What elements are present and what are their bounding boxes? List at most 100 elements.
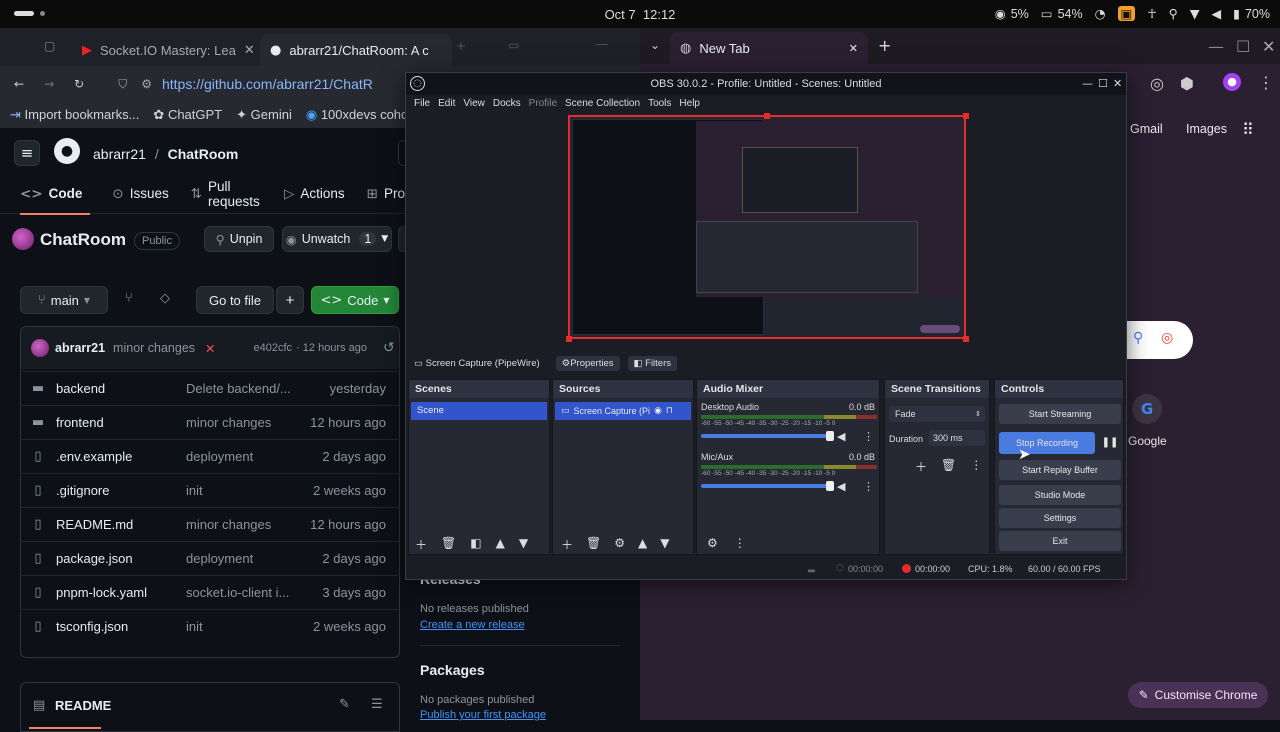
unwatch-button[interactable]: ◉ Unwatch 1 ▼ bbox=[282, 226, 392, 252]
add-scene-icon[interactable]: ＋ bbox=[415, 536, 427, 553]
tab-actions[interactable]: ▷ Actions bbox=[284, 186, 345, 202]
tab-new-tab[interactable]: ◍ New Tab ✕ bbox=[670, 32, 868, 64]
preview-canvas[interactable] bbox=[568, 115, 966, 339]
apps-grid-icon[interactable]: ⠿ bbox=[1242, 120, 1254, 139]
file-name[interactable]: README.md bbox=[56, 517, 186, 532]
maximize-icon[interactable]: ☐ bbox=[1098, 73, 1108, 95]
table-row[interactable]: ▯ .gitignore init 2 weeks ago bbox=[20, 473, 400, 507]
branch-selector[interactable]: ⑂ main ▼ bbox=[20, 286, 108, 314]
studio-mode-button[interactable]: Studio Mode bbox=[999, 485, 1121, 505]
tags-icon[interactable]: ◇ bbox=[160, 291, 170, 306]
pause-recording-button[interactable]: ❚❚ bbox=[1099, 432, 1121, 454]
new-tab-icon[interactable]: + bbox=[878, 36, 891, 55]
commit-message[interactable]: socket.io-client i... bbox=[186, 585, 306, 600]
file-name[interactable]: package.json bbox=[56, 551, 186, 566]
cast-icon[interactable]: ◎ bbox=[1150, 74, 1164, 93]
table-row[interactable]: ▯ pnpm-lock.yaml socket.io-client i... 3 da… bbox=[20, 575, 400, 609]
reload-icon[interactable]: ↻ bbox=[74, 77, 84, 91]
tab-socketio[interactable]: ▶ Socket.IO Mastery: Lea ✕ bbox=[72, 34, 258, 66]
table-row[interactable]: ▬ frontend minor changes 12 hours ago bbox=[20, 405, 400, 439]
volume-slider[interactable] bbox=[701, 431, 834, 441]
bookmark-chatgpt[interactable]: ✿ ChatGPT bbox=[153, 107, 222, 123]
menu-docks[interactable]: Docks bbox=[493, 98, 521, 109]
code-dropdown-button[interactable]: <> Code ▼ bbox=[311, 286, 399, 314]
menu-tools[interactable]: Tools bbox=[648, 98, 671, 109]
shield-icon[interactable]: ⛉ bbox=[118, 77, 127, 92]
lens-search-icon[interactable]: ◎ bbox=[1161, 330, 1173, 346]
file-name[interactable]: frontend bbox=[56, 415, 186, 430]
move-up-icon[interactable]: ▲ bbox=[638, 536, 647, 553]
close-icon[interactable]: ✕ bbox=[244, 43, 255, 58]
commit-message[interactable]: init bbox=[186, 619, 306, 634]
volume-icon[interactable]: ◀ bbox=[1211, 6, 1221, 21]
owner-link[interactable]: abrarr21 bbox=[93, 146, 146, 162]
branches-icon[interactable]: ⑂ bbox=[125, 291, 133, 306]
add-source-icon[interactable]: ＋ bbox=[561, 536, 573, 553]
move-down-icon[interactable]: ▼ bbox=[519, 536, 528, 553]
battery-indicator[interactable]: ▮ 70% bbox=[1233, 6, 1270, 21]
channel-menu-icon[interactable]: ⋮ bbox=[863, 480, 874, 493]
remove-source-icon[interactable]: 🗑︎ bbox=[586, 536, 601, 553]
table-row[interactable]: ▯ README.md minor changes 12 hours ago bbox=[20, 507, 400, 541]
extensions-icon[interactable]: ⬢ bbox=[1180, 74, 1194, 93]
add-transition-icon[interactable]: ＋ bbox=[915, 458, 927, 475]
move-up-icon[interactable]: ▲ bbox=[496, 536, 505, 553]
scene-filters-icon[interactable]: ◧ bbox=[470, 536, 481, 553]
commit-message[interactable]: deployment bbox=[186, 449, 306, 464]
bookmark-gemini[interactable]: ✦ Gemini bbox=[236, 107, 292, 123]
tab-search-icon[interactable]: ⌄ bbox=[650, 38, 660, 52]
volume-slider[interactable] bbox=[701, 481, 834, 491]
speaker-icon[interactable]: ◀ bbox=[837, 430, 845, 443]
remove-scene-icon[interactable]: 🗑︎ bbox=[441, 536, 456, 553]
outline-icon[interactable]: ☰ bbox=[371, 697, 383, 712]
address-bar[interactable]: https://github.com/abrarr21/ChatR bbox=[162, 76, 373, 92]
close-window-icon[interactable]: ✕ bbox=[1113, 73, 1122, 95]
commit-message[interactable]: deployment bbox=[186, 551, 306, 566]
table-row[interactable]: ▯ package.json deployment 2 days ago bbox=[20, 541, 400, 575]
stop-recording-button[interactable]: Stop Recording bbox=[999, 432, 1095, 454]
readme-tab[interactable]: README bbox=[55, 698, 111, 713]
repo-title[interactable]: ChatRoom bbox=[40, 230, 126, 250]
minimize-icon[interactable]: — bbox=[1208, 37, 1224, 56]
customise-chrome-button[interactable]: ✎ Customise Chrome bbox=[1128, 682, 1268, 708]
visibility-eye-icon[interactable]: ◉ bbox=[654, 402, 662, 420]
commit-message[interactable]: minor changes bbox=[186, 415, 306, 430]
volume-handle[interactable] bbox=[826, 431, 834, 441]
exit-button[interactable]: Exit bbox=[999, 531, 1121, 551]
bookmark-100xdevs[interactable]: ◉ 100xdevs coho bbox=[306, 107, 408, 123]
mixer-menu-icon[interactable]: ⋮ bbox=[734, 536, 746, 550]
tab-projects[interactable]: ⊞ Pro bbox=[367, 186, 405, 202]
tab-overview-icon[interactable]: ▢ bbox=[44, 39, 55, 53]
move-down-icon[interactable]: ▼ bbox=[660, 536, 669, 553]
preview-handle[interactable] bbox=[764, 113, 770, 119]
packages-heading[interactable]: Packages bbox=[420, 662, 485, 678]
duration-input[interactable]: 300 ms bbox=[929, 430, 985, 446]
menu-file[interactable]: File bbox=[414, 98, 430, 109]
advanced-audio-icon[interactable]: ⚙ bbox=[707, 536, 718, 550]
table-row[interactable]: ▯ tsconfig.json init 2 weeks ago bbox=[20, 609, 400, 643]
forward-icon[interactable]: → bbox=[44, 77, 54, 91]
voice-search-icon[interactable]: ⚲ bbox=[1133, 330, 1143, 346]
recording-indicator-icon[interactable]: ▣ bbox=[1117, 6, 1136, 21]
bookmark-import[interactable]: ⇥ Import bookmarks... bbox=[10, 107, 139, 123]
back-icon[interactable]: ← bbox=[14, 77, 24, 91]
scene-item[interactable]: Scene bbox=[411, 402, 547, 420]
tab-issues[interactable]: ⊙ Issues bbox=[112, 186, 168, 202]
filters-button[interactable]: ◧ Filters bbox=[627, 355, 678, 371]
table-row[interactable]: ▯ .env.example deployment 2 days ago bbox=[20, 439, 400, 473]
shortcut-google[interactable]: G Google bbox=[1128, 394, 1184, 464]
site-info-icon[interactable]: ⚙ bbox=[141, 77, 152, 91]
properties-button[interactable]: ⚙Properties bbox=[555, 355, 620, 371]
tab-chatroom[interactable]: ● abrarr21/ChatRoom: A c bbox=[260, 34, 452, 66]
tab-pull-requests[interactable]: ⇅ Pull requests bbox=[191, 179, 262, 209]
volume-handle[interactable] bbox=[826, 481, 834, 491]
commit-message[interactable]: minor changes bbox=[113, 341, 195, 355]
accessibility-icon[interactable]: ☥ bbox=[1147, 6, 1156, 21]
hamburger-menu-button[interactable]: ≡ bbox=[14, 140, 40, 166]
commit-message[interactable]: init bbox=[186, 483, 306, 498]
file-name[interactable]: pnpm-lock.yaml bbox=[56, 585, 186, 600]
channel-menu-icon[interactable]: ⋮ bbox=[863, 430, 874, 443]
menu-profile[interactable]: Profile bbox=[529, 98, 557, 109]
unpin-button[interactable]: ⚲ Unpin bbox=[204, 226, 274, 252]
table-row[interactable]: ▬ backend Delete backend/... yesterday bbox=[20, 371, 400, 405]
